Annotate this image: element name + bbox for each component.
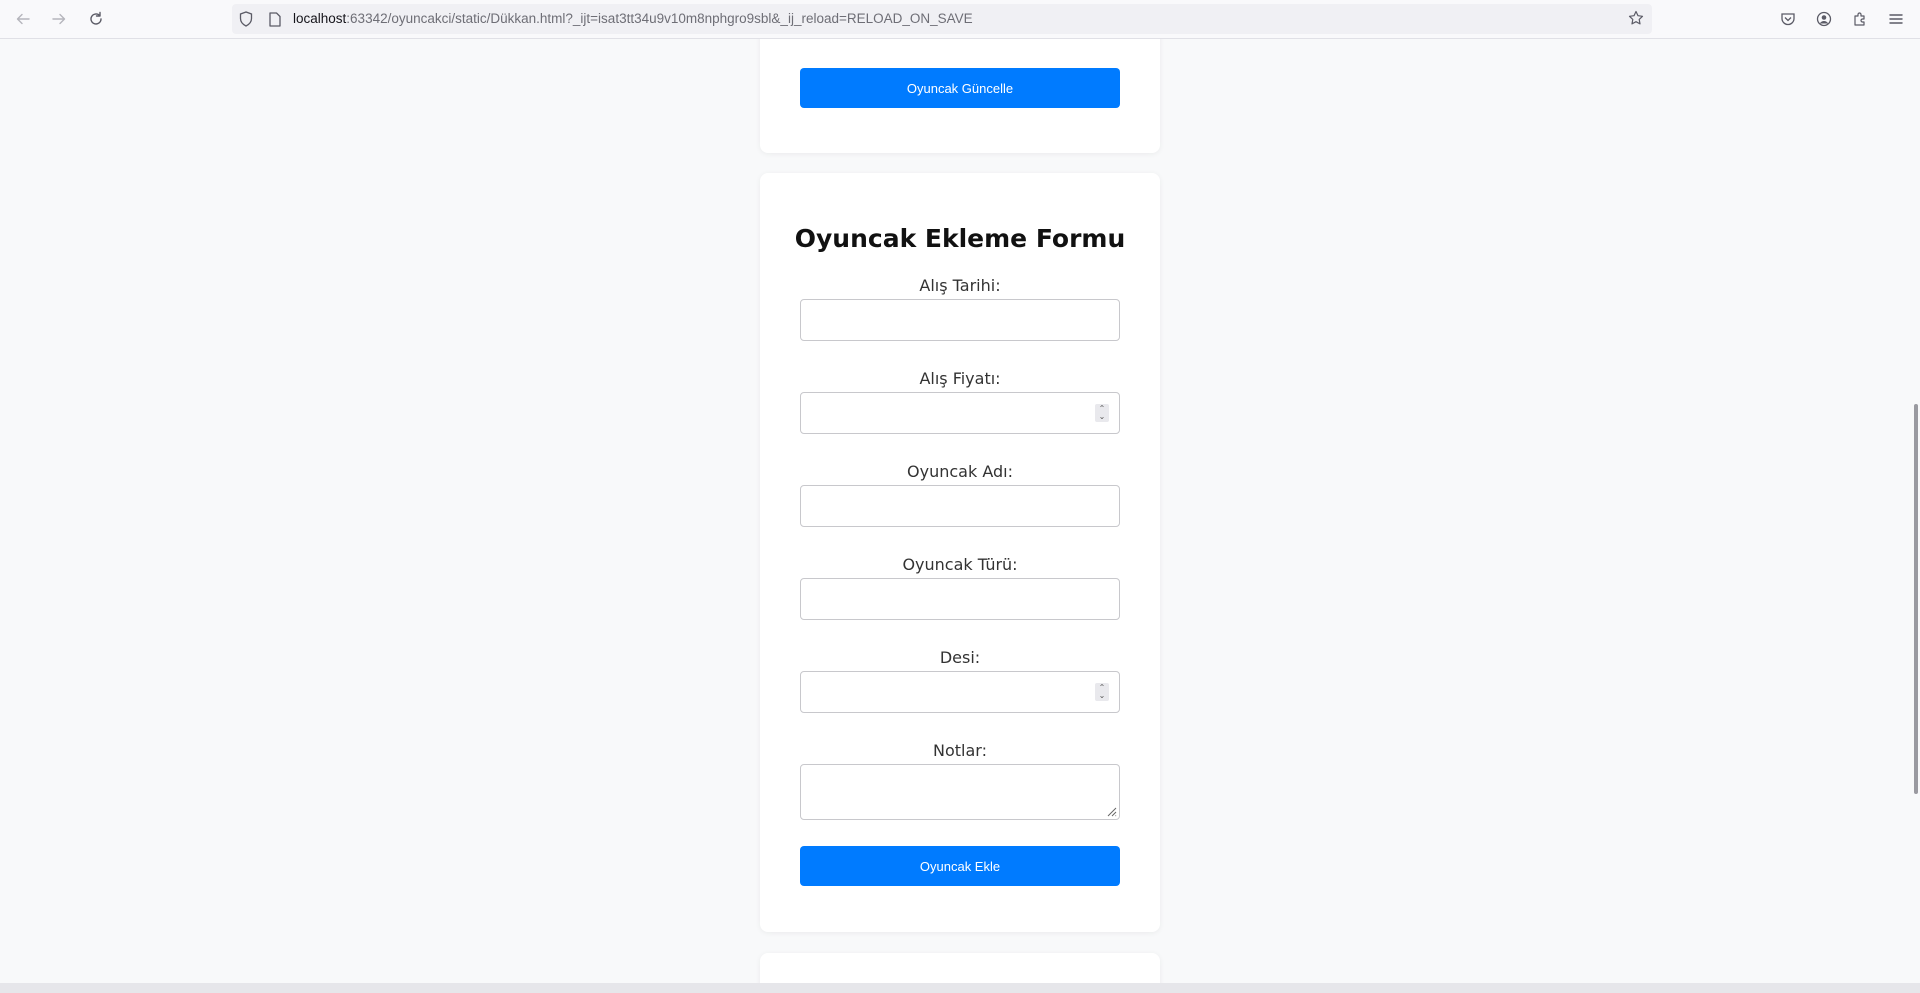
puzzle-icon[interactable] bbox=[1850, 9, 1870, 29]
purchase-price-input[interactable]: ⌃ ⌄ bbox=[800, 392, 1120, 434]
arrow-right-icon bbox=[52, 13, 66, 25]
star-icon[interactable] bbox=[1628, 10, 1644, 26]
desi-input[interactable]: ⌃ ⌄ bbox=[800, 671, 1120, 713]
notes-textarea[interactable] bbox=[800, 764, 1120, 820]
add-toy-form-card: Oyuncak Ekleme Formu Alış Tarihi: Alış F… bbox=[760, 173, 1160, 932]
purchase-price-label: Alış Fiyatı: bbox=[919, 369, 1001, 388]
reload-button[interactable] bbox=[85, 8, 107, 30]
add-toy-button[interactable]: Oyuncak Ekle bbox=[800, 846, 1120, 886]
notes-label: Notlar: bbox=[933, 741, 987, 760]
status-strip bbox=[0, 983, 1920, 993]
page-viewport: Oyuncak Güncelle Oyuncak Ekleme Formu Al… bbox=[0, 39, 1920, 983]
reload-icon bbox=[90, 11, 102, 25]
resize-grip-icon[interactable] bbox=[1105, 805, 1117, 817]
url-path: :63342/oyuncakci/static/Dükkan.html?_ijt… bbox=[346, 11, 973, 26]
toy-name-label: Oyuncak Adı: bbox=[907, 462, 1013, 481]
next-card bbox=[760, 953, 1160, 983]
scrollbar[interactable] bbox=[1912, 39, 1920, 983]
number-spinner-icon[interactable]: ⌃ ⌄ bbox=[1095, 683, 1109, 701]
scrollbar-thumb[interactable] bbox=[1914, 404, 1918, 794]
purchase-date-input[interactable] bbox=[800, 299, 1120, 341]
purchase-date-label: Alış Tarihi: bbox=[919, 276, 1001, 295]
url-bar[interactable]: localhost:63342/oyuncakci/static/Dükkan.… bbox=[232, 4, 1652, 34]
account-icon[interactable] bbox=[1814, 9, 1834, 29]
pocket-icon[interactable] bbox=[1778, 9, 1798, 29]
url-host: localhost bbox=[293, 11, 347, 26]
browser-toolbar: localhost:63342/oyuncakci/static/Dükkan.… bbox=[0, 0, 1920, 39]
toy-type-input[interactable] bbox=[800, 578, 1120, 620]
update-toy-button[interactable]: Oyuncak Güncelle bbox=[800, 68, 1120, 108]
form-title: Oyuncak Ekleme Formu bbox=[794, 224, 1126, 253]
toy-name-input[interactable] bbox=[800, 485, 1120, 527]
shield-icon[interactable] bbox=[238, 11, 254, 27]
forward-button[interactable] bbox=[48, 8, 70, 30]
hamburger-menu-icon[interactable] bbox=[1886, 9, 1906, 29]
desi-label: Desi: bbox=[939, 648, 981, 667]
back-button[interactable] bbox=[12, 8, 34, 30]
url-text[interactable]: localhost:63342/oyuncakci/static/Dükkan.… bbox=[293, 11, 973, 26]
page-icon[interactable] bbox=[267, 11, 283, 27]
update-toy-card: Oyuncak Güncelle bbox=[760, 39, 1160, 153]
arrow-left-icon bbox=[16, 13, 30, 25]
number-spinner-icon[interactable]: ⌃ ⌄ bbox=[1095, 404, 1109, 422]
toy-type-label: Oyuncak Türü: bbox=[902, 555, 1018, 574]
